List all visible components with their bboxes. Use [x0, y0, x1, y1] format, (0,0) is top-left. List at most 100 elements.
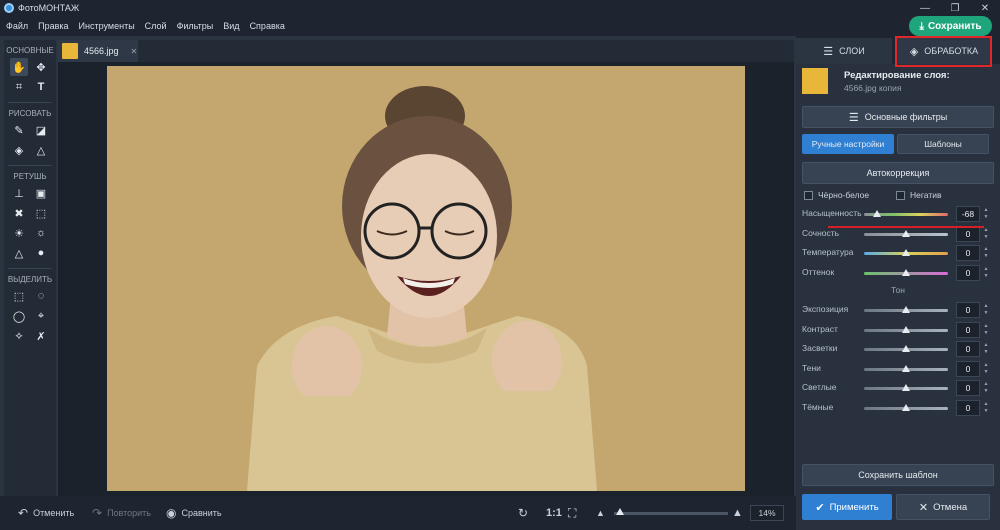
- spinner-icon[interactable]: ▲ ▼: [982, 342, 990, 356]
- lasso-icon[interactable]: ◯: [10, 307, 28, 325]
- negative-checkbox[interactable]: Негатив: [896, 190, 941, 200]
- section-basic: ОСНОВНЫЕ: [6, 46, 54, 55]
- negative-checkbox-box[interactable]: [896, 190, 905, 200]
- tone_slider-thumb[interactable]: [902, 345, 910, 352]
- basic-filters-button[interactable]: ☰ Основные фильтры: [802, 106, 994, 128]
- slider-value[interactable]: -68: [956, 206, 980, 222]
- slider-thumb[interactable]: [902, 268, 910, 276]
- crop-tool-icon[interactable]: ⌗: [10, 78, 28, 96]
- menu-view[interactable]: Вид: [223, 21, 239, 31]
- burn-tool-icon[interactable]: ☼: [32, 224, 50, 242]
- tone_slider-thumb[interactable]: [902, 364, 910, 372]
- patch-tool-icon[interactable]: ▣: [32, 184, 50, 202]
- tone_slider-thumb[interactable]: [902, 325, 910, 333]
- download-icon: ⤓: [919, 20, 924, 32]
- healing-tool-icon[interactable]: ✖: [10, 204, 28, 222]
- canvas-area: 4566.jpg ✕: [58, 40, 794, 496]
- spinner-icon[interactable]: ▲ ▼: [982, 246, 990, 260]
- poly-lasso-icon[interactable]: ⌖: [32, 307, 50, 325]
- minimize-icon[interactable]: —: [910, 0, 940, 16]
- bw-checkbox[interactable]: Чёрно-белое: [804, 190, 869, 200]
- tab-templates[interactable]: Шаблоны: [897, 134, 989, 154]
- menu-file[interactable]: Файл: [6, 21, 28, 31]
- spinner-icon[interactable]: ▲ ▼: [982, 323, 990, 337]
- zoom-in-icon[interactable]: ▲: [732, 496, 743, 530]
- slider-value[interactable]: 0: [956, 264, 980, 281]
- menu-edit[interactable]: Правка: [38, 21, 68, 31]
- menu-tools[interactable]: Инструменты: [79, 21, 135, 31]
- eraser-tool-icon[interactable]: ◪: [32, 121, 50, 139]
- tone_slider-value[interactable]: 0: [956, 302, 980, 318]
- slider-thumb[interactable]: [873, 210, 882, 217]
- text-tool-icon[interactable]: T: [32, 78, 50, 96]
- magic-lasso-icon[interactable]: ⟡: [10, 327, 28, 345]
- tone_slider-value[interactable]: 0: [956, 321, 980, 338]
- drop-tool-icon[interactable]: ●: [32, 244, 50, 262]
- zoom-slider-thumb[interactable]: [615, 507, 624, 515]
- spinner-icon[interactable]: ▲ ▼: [982, 266, 990, 280]
- photo-canvas[interactable]: [107, 66, 745, 491]
- tone_slider-value[interactable]: 0: [956, 360, 980, 377]
- rect-select-icon[interactable]: ⬚: [10, 287, 28, 305]
- ellipse-select-icon[interactable]: ◌: [32, 287, 50, 305]
- spinner-icon[interactable]: ▲ ▼: [982, 381, 990, 395]
- brush-tool-icon[interactable]: ✎: [10, 121, 28, 139]
- section-retouch: РЕТУШЬ: [13, 172, 47, 181]
- autocorrect-label: Автокоррекция: [866, 168, 930, 178]
- slider-row: Температура 0 ▲ ▼: [802, 245, 994, 261]
- slider-value[interactable]: 0: [956, 245, 980, 261]
- rotate-icon[interactable]: ↻: [518, 496, 528, 530]
- shapes-tool-icon[interactable]: △: [32, 141, 50, 159]
- tone_slider-value[interactable]: 0: [956, 380, 980, 396]
- spinner-icon[interactable]: ▲ ▼: [982, 207, 990, 221]
- magic-wand-icon[interactable]: ✗: [32, 327, 50, 345]
- undo-button[interactable]: ↶ Отменить: [18, 496, 74, 530]
- slider-thumb[interactable]: [902, 249, 910, 256]
- slider-row: Оттенок 0 ▲ ▼: [802, 264, 994, 281]
- cancel-button[interactable]: ✕ Отмена: [896, 494, 990, 520]
- slider-thumb[interactable]: [902, 229, 910, 237]
- fill-tool-icon[interactable]: ◈: [10, 141, 28, 159]
- spinner-icon[interactable]: ▲ ▼: [982, 303, 990, 317]
- zoom-slider[interactable]: [614, 496, 728, 530]
- move-tool-icon[interactable]: ✥: [32, 58, 50, 76]
- redo-button[interactable]: ↷ Повторить: [92, 496, 151, 530]
- restore-icon[interactable]: ❐: [940, 0, 970, 16]
- stamp-tool-icon[interactable]: ⊥: [10, 184, 28, 202]
- ratio-button[interactable]: 1:1: [546, 496, 562, 530]
- save-button[interactable]: ⤓ Сохранить: [909, 16, 992, 36]
- sharpen-tool-icon[interactable]: △: [10, 244, 28, 262]
- tone_slider-label: Контраст: [802, 323, 838, 334]
- section-draw: РИСОВАТЬ: [8, 109, 52, 118]
- menu-layer[interactable]: Слой: [145, 21, 167, 31]
- dodge-tool-icon[interactable]: ☀: [10, 224, 28, 242]
- fit-screen-icon[interactable]: ⛶: [568, 496, 576, 530]
- zoom-out-icon[interactable]: ▲: [596, 496, 605, 530]
- tab-layers[interactable]: ☰ СЛОИ: [796, 38, 892, 64]
- apply-label: Применить: [829, 501, 879, 513]
- blur-tool-icon[interactable]: ⬚: [32, 204, 50, 222]
- autocorrect-button[interactable]: Автокоррекция: [802, 162, 994, 184]
- save-template-button[interactable]: Сохранить шаблон: [802, 464, 994, 486]
- tone_slider-thumb[interactable]: [902, 384, 910, 391]
- close-icon[interactable]: ✕: [970, 0, 1000, 16]
- file-tab[interactable]: 4566.jpg ✕: [58, 40, 138, 62]
- tab-layers-label: СЛОИ: [839, 46, 865, 56]
- file-tab-close-icon[interactable]: ✕: [131, 47, 138, 56]
- menu-filters[interactable]: Фильтры: [177, 21, 214, 31]
- zoom-field[interactable]: 14%: [750, 496, 784, 530]
- menu-help[interactable]: Справка: [250, 21, 285, 31]
- tab-manual-settings[interactable]: Ручные настройки: [802, 134, 894, 154]
- spinner-icon[interactable]: ▲ ▼: [982, 401, 990, 415]
- hand-tool-icon[interactable]: ✋: [10, 58, 28, 76]
- spinner-icon[interactable]: ▲ ▼: [982, 362, 990, 376]
- tone_slider-value[interactable]: 0: [956, 399, 980, 416]
- compare-button[interactable]: ◉ Сравнить: [166, 496, 222, 530]
- tone_slider-thumb[interactable]: [902, 403, 910, 411]
- apply-button[interactable]: ✔ Применить: [802, 494, 892, 520]
- highlight-box: [895, 36, 992, 67]
- bw-checkbox-box[interactable]: [804, 190, 813, 200]
- spinner-icon[interactable]: ▲ ▼: [982, 227, 990, 241]
- tone_slider-value[interactable]: 0: [956, 341, 980, 357]
- tone_slider-thumb[interactable]: [902, 306, 910, 313]
